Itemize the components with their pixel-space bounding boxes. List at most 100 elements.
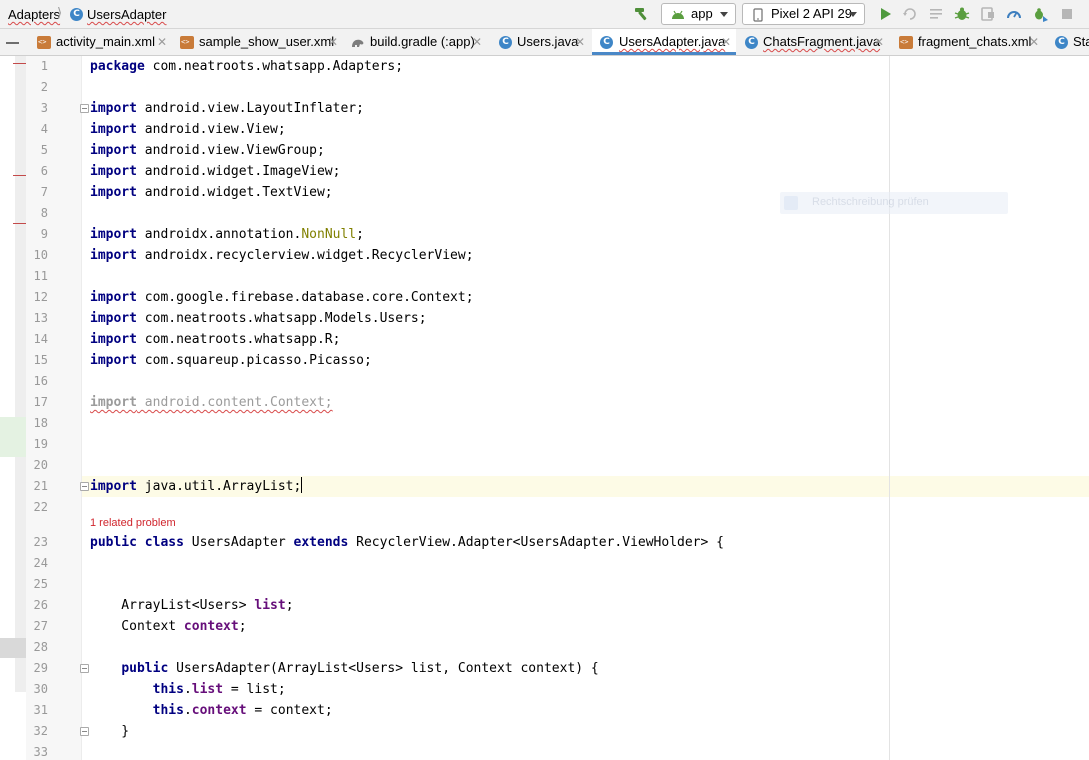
run-configuration-select[interactable]: app (661, 3, 736, 25)
tab-fragment-chats-xml[interactable]: fragment_chats.xml ✕ (899, 29, 1047, 55)
fold-toggle-icon[interactable] (80, 727, 89, 736)
popup-icon (784, 196, 798, 210)
collapse-icon[interactable] (6, 42, 19, 44)
keyword: import (90, 227, 137, 242)
attach-debugger-icon[interactable] (1031, 5, 1049, 23)
device-label: Pixel 2 API 29 (771, 6, 852, 21)
line-number: 15 (33, 353, 48, 367)
fold-toggle-icon[interactable] (80, 482, 89, 491)
close-icon[interactable]: ✕ (721, 29, 731, 55)
line-number: 30 (33, 682, 48, 696)
code-line-9: import androidx.annotation.NonNull; (90, 224, 364, 245)
right-margin-guide (889, 56, 890, 760)
java-class-icon: C (600, 36, 613, 49)
close-icon[interactable]: ✕ (157, 29, 167, 55)
stop-icon[interactable] (1058, 5, 1076, 23)
modified-line-marker (0, 638, 26, 658)
breadcrumb-adapters[interactable]: Adapters (8, 7, 60, 22)
field-name: context (191, 703, 247, 718)
change-marker-strip (15, 56, 26, 692)
xml-file-icon (180, 36, 194, 49)
code-text: android.widget.ImageView; (136, 164, 341, 179)
code-line-4: import android.view.View; (90, 119, 286, 140)
code-editor[interactable]: 1 2 3 4 5 6 7 8 9 10 11 12 13 14 15 16 1… (0, 56, 1089, 760)
related-problem-hint[interactable]: 1 related problem (90, 517, 176, 529)
close-icon[interactable]: ✕ (1029, 29, 1039, 55)
close-icon[interactable]: ✕ (472, 29, 482, 55)
line-number: 9 (40, 227, 48, 241)
line-number: 18 (33, 416, 48, 430)
java-class-icon: C (499, 36, 512, 49)
line-number: 8 (40, 206, 48, 220)
tab-label: ChatsFragment.java (763, 34, 881, 49)
tab-sample-show-user-xml[interactable]: sample_show_user.xml ✕ (180, 29, 345, 55)
close-icon[interactable]: ✕ (874, 29, 884, 55)
code-line-27: Context context; (90, 616, 246, 637)
code-text: com.google.firebase.database.core.Contex… (136, 290, 474, 305)
java-class-icon: C (1055, 36, 1068, 49)
line-number: 1 (40, 59, 48, 73)
build-hammer-icon[interactable] (633, 5, 651, 23)
tab-build-gradle[interactable]: build.gradle (:app) ✕ (351, 29, 489, 55)
editor-tab-bar: activity_main.xml ✕ sample_show_user.xml… (0, 29, 1089, 56)
code-text: ArrayList<Users> (90, 598, 255, 613)
breadcrumb-separator-icon: ⟩ (57, 5, 63, 20)
line-number: 7 (40, 185, 48, 199)
keyword: import (90, 332, 137, 347)
code-line-29: public UsersAdapter(ArrayList<Users> lis… (90, 658, 599, 679)
code-line-32: } (90, 721, 129, 742)
tab-activity-main-xml[interactable]: activity_main.xml ✕ (37, 29, 173, 55)
line-number: 25 (33, 577, 48, 591)
code-text: ; (356, 227, 364, 242)
close-icon[interactable]: ✕ (575, 29, 585, 55)
apply-code-changes-icon[interactable] (927, 5, 945, 23)
run-icon[interactable] (876, 5, 894, 23)
keyword: import (90, 395, 137, 410)
code-text: Context (90, 619, 184, 634)
fold-toggle-icon[interactable] (80, 104, 89, 113)
device-select[interactable]: Pixel 2 API 29 (742, 3, 865, 25)
fold-toggle-icon[interactable] (80, 664, 89, 673)
code-line-6: import android.widget.ImageView; (90, 161, 340, 182)
line-number: 26 (33, 598, 48, 612)
line-number: 27 (33, 619, 48, 633)
popup-text: Rechtschreibung prüfen (812, 196, 929, 208)
code-text: androidx.annotation. (136, 227, 302, 242)
debug-bug-icon[interactable] (953, 5, 971, 23)
close-icon[interactable]: ✕ (328, 29, 338, 55)
tab-label: activity_main.xml (56, 34, 155, 49)
code-text: UsersAdapter(ArrayList<Users> list, Cont… (168, 661, 599, 676)
keyword: public (121, 661, 169, 676)
keyword: public (90, 535, 137, 550)
code-text: com.neatroots.whatsapp.Models.Users; (136, 311, 427, 326)
keyword: import (90, 248, 137, 263)
spellcheck-popup: Rechtschreibung prüfen (780, 192, 1008, 214)
line-number: 29 (33, 661, 48, 675)
apply-changes-icon[interactable] (901, 5, 919, 23)
profiler-gauge-icon[interactable] (1005, 5, 1023, 23)
tab-usersadapter-java[interactable]: C UsersAdapter.java ✕ (592, 29, 736, 55)
line-number: 22 (33, 500, 48, 514)
tab-sta[interactable]: C Sta (1055, 29, 1089, 55)
device-phone-icon (753, 8, 763, 22)
tab-label: Users.java (517, 34, 579, 49)
code-text: android.widget.TextView; (136, 185, 333, 200)
keyword: import (90, 479, 137, 494)
code-text: = context; (246, 703, 333, 718)
code-text: android.content.Context; (136, 395, 333, 410)
keyword: import (90, 290, 137, 305)
deleted-line-marker (13, 223, 26, 224)
coverage-icon[interactable] (979, 5, 997, 23)
breadcrumb-usersadapter[interactable]: UsersAdapter (87, 7, 166, 22)
tab-chatsfragment-java[interactable]: C ChatsFragment.java ✕ (745, 29, 890, 55)
keyword: import (90, 122, 137, 137)
added-line-marker (0, 417, 26, 457)
line-number: 3 (40, 101, 48, 115)
tab-users-java[interactable]: C Users.java ✕ (499, 29, 591, 55)
line-number: 19 (33, 437, 48, 451)
code-line-13: import com.neatroots.whatsapp.Models.Use… (90, 308, 427, 329)
line-number: 5 (40, 143, 48, 157)
code-text: java.util.ArrayList; (136, 479, 302, 494)
field-name: list (254, 598, 286, 613)
line-number: 32 (33, 724, 48, 738)
